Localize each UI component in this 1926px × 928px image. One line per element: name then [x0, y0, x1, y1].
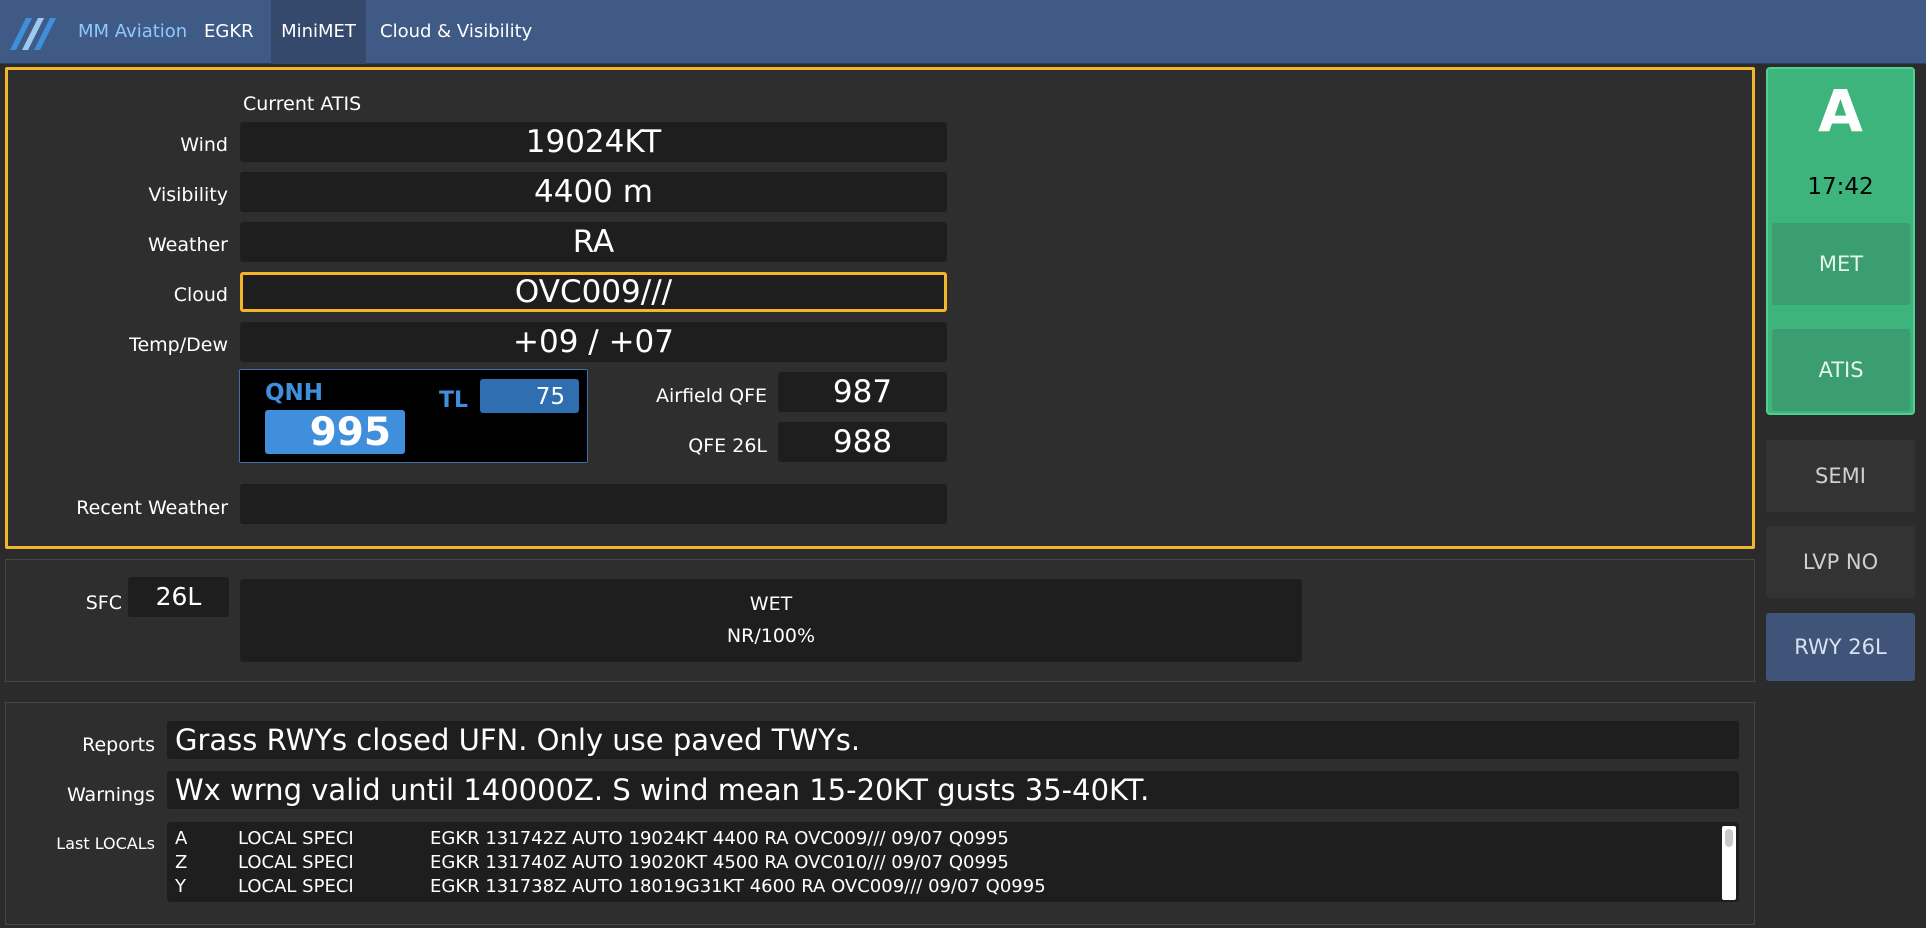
cloud-field[interactable]: OVC009///: [240, 272, 947, 312]
airfield-qfe-label: Airfield QFE: [655, 385, 767, 407]
list-item[interactable]: A LOCAL SPECI EGKR 131742Z AUTO 19024KT …: [167, 828, 1739, 852]
braking-action-text: NR/100%: [726, 625, 816, 647]
wind-label: Wind: [180, 134, 228, 156]
local-type: LOCAL SPECI: [238, 828, 354, 849]
local-id: Y: [175, 876, 186, 897]
atis-button[interactable]: ATIS: [1772, 329, 1910, 411]
mm-aviation-logo-icon[interactable]: [8, 12, 60, 52]
warnings-field[interactable]: Wx wrng valid until 140000Z. S wind mean…: [167, 771, 1739, 809]
weather-label: Weather: [148, 234, 228, 256]
runway-condition-text: WET: [749, 593, 793, 615]
qfe-runway-field[interactable]: 988: [778, 422, 947, 462]
weather-field[interactable]: RA: [240, 222, 947, 262]
atis-time: 17:42: [1807, 174, 1874, 200]
scrollbar-thumb[interactable]: [1725, 829, 1733, 847]
list-item[interactable]: Y LOCAL SPECI EGKR 131738Z AUTO 18019G31…: [167, 876, 1739, 900]
visibility-field[interactable]: 4400 m: [240, 172, 947, 212]
sfc-label: SFC: [85, 592, 122, 614]
local-text: EGKR 131742Z AUTO 19024KT 4400 RA OVC009…: [430, 828, 1009, 849]
local-id: Z: [175, 852, 188, 873]
nav-airport-link[interactable]: EGKR: [204, 0, 254, 64]
tab-minimet[interactable]: MiniMET: [271, 0, 366, 64]
locals-scrollbar[interactable]: [1722, 826, 1736, 900]
wind-field[interactable]: 19024KT: [240, 122, 947, 162]
visibility-label: Visibility: [148, 184, 228, 206]
runway-condition-field[interactable]: WET NR/100%: [240, 579, 1302, 662]
tempdew-field[interactable]: +09 / +07: [240, 322, 947, 362]
top-nav-bar: MM Aviation EGKR MiniMET Cloud & Visibil…: [0, 0, 1926, 64]
last-locals-list[interactable]: A LOCAL SPECI EGKR 131742Z AUTO 19024KT …: [167, 822, 1739, 902]
runway-button[interactable]: RWY 26L: [1766, 613, 1915, 681]
airfield-qfe-field[interactable]: 987: [778, 372, 947, 412]
list-item[interactable]: Z LOCAL SPECI EGKR 131740Z AUTO 19020KT …: [167, 852, 1739, 876]
qnh-box[interactable]: QNH 995 TL 75: [239, 369, 588, 463]
cloud-label: Cloud: [173, 284, 228, 306]
met-button[interactable]: MET: [1772, 223, 1910, 305]
tempdew-label: Temp/Dew: [129, 334, 228, 356]
lvp-button[interactable]: LVP NO: [1766, 526, 1915, 598]
local-id: A: [175, 828, 188, 849]
current-atis-heading: Current ATIS: [243, 93, 362, 115]
qnh-value[interactable]: 995: [265, 410, 405, 455]
local-text: EGKR 131740Z AUTO 19020KT 4500 RA OVC010…: [430, 852, 1009, 873]
qnh-label: QNH: [265, 380, 324, 406]
semi-button[interactable]: SEMI: [1766, 440, 1915, 512]
tab-cloud-visibility[interactable]: Cloud & Visibility: [380, 0, 532, 64]
local-type: LOCAL SPECI: [238, 876, 354, 897]
recent-weather-field[interactable]: [240, 484, 947, 524]
tl-label: TL: [439, 388, 469, 413]
local-text: EGKR 131738Z AUTO 18019G31KT 4600 RA OVC…: [430, 876, 1046, 897]
qfe-runway-label: QFE 26L: [688, 435, 767, 457]
local-type: LOCAL SPECI: [238, 852, 354, 873]
atis-status-card: A 17:42 MET ATIS: [1766, 67, 1915, 415]
reports-label: Reports: [82, 734, 155, 756]
sfc-runway-field[interactable]: 26L: [128, 577, 229, 617]
atis-letter: A: [1818, 77, 1863, 145]
nav-brand-link[interactable]: MM Aviation: [78, 0, 187, 64]
recent-weather-label: Recent Weather: [76, 497, 228, 519]
tl-value[interactable]: 75: [480, 379, 579, 413]
warnings-label: Warnings: [66, 784, 155, 806]
reports-field[interactable]: Grass RWYs closed UFN. Only use paved TW…: [167, 721, 1739, 759]
last-locals-label: Last LOCALs: [56, 834, 155, 853]
